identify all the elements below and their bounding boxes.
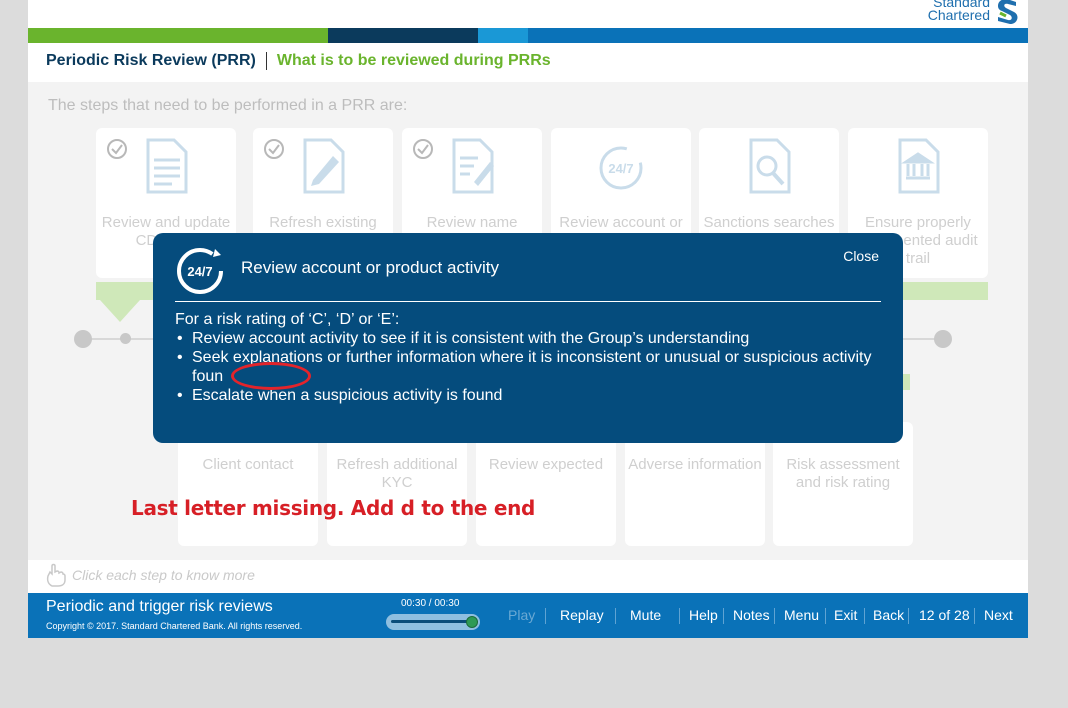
step-label: Refresh additional KYC [336,456,458,491]
button-divider [864,608,865,624]
play-button[interactable]: Play [508,607,535,623]
player-footer: Periodic and trigger risk reviews Copyri… [28,593,1028,638]
button-divider [545,608,546,624]
check-icon [107,139,127,159]
intro-text: The steps that need to be performed in a… [48,97,408,114]
timeline-end-dot [934,330,952,348]
timeline-start-dot [74,330,92,348]
back-button[interactable]: Back [873,607,904,623]
copyright: Copyright © 2017. Standard Chartered Ban… [46,621,303,631]
search-document-icon [749,138,791,194]
progress-handle[interactable] [466,616,478,628]
progress-fill [391,620,473,623]
progress-bar[interactable] [386,614,480,630]
button-divider [908,608,909,624]
step-label: Sanctions searches [703,214,835,231]
timeline-dot [120,333,131,344]
selected-step-pointer [100,300,140,322]
step-label: Client contact [202,456,294,473]
header: Periodic Risk Review (PRR) What is to be… [46,52,551,70]
popup-divider [175,301,881,302]
notes-button[interactable]: Notes [733,607,770,623]
help-button[interactable]: Help [689,607,718,623]
popup-title: Review account or product activity [241,258,499,277]
standard-chartered-logo-icon [998,0,1018,24]
button-divider [723,608,724,624]
step-label: Adverse information [628,456,762,473]
stripe-navy [328,28,478,43]
popup-bullet: Review account activity to see if it is … [175,329,875,348]
stripe-lightblue [478,28,528,43]
button-divider [825,608,826,624]
24-7-icon: 24/7 [177,248,223,294]
next-button[interactable]: Next [984,607,1013,623]
brand: Standard Chartered [928,0,1020,26]
annotation-circle [231,362,311,390]
stripe-green [28,28,328,43]
color-stripe [28,28,1028,43]
stripe-blue [528,28,1028,43]
hint: Click each step to know more [44,562,255,588]
edit-document-icon [303,138,345,194]
button-divider [679,608,680,624]
button-divider [774,608,775,624]
page-counter: 12 of 28 [919,607,970,623]
replay-button[interactable]: Replay [560,607,604,623]
check-icon [413,139,433,159]
timecode: 00:30 / 00:30 [401,598,460,609]
check-icon [264,139,284,159]
svg-text:24/7: 24/7 [187,264,212,279]
document-icon [146,138,188,194]
step-label: Review expected [488,456,604,473]
info-popup: 24/7 Review account or product activity … [153,233,903,443]
hint-text: Click each step to know more [72,567,255,583]
course-window: Standard Chartered Periodic Risk Review … [28,0,1028,638]
brand-name-line2: Chartered [927,7,990,23]
button-divider [974,608,975,624]
hand-pointer-icon [46,563,66,587]
step-label: Risk assessment and risk rating [786,456,900,491]
title-divider [265,52,267,70]
popup-intro: For a risk rating of ‘C’, ‘D’ or ‘E’: [175,311,400,328]
24-7-icon: 24/7 [599,146,643,190]
bank-document-icon [898,138,940,194]
menu-button[interactable]: Menu [784,607,819,623]
popup-body: For a risk rating of ‘C’, ‘D’ or ‘E’: Re… [175,310,875,405]
button-divider [615,608,616,624]
exit-button[interactable]: Exit [834,607,857,623]
mute-button[interactable]: Mute [630,607,661,623]
page-subtitle: What is to be reviewed during PRRs [276,52,551,69]
module-title: Periodic and trigger risk reviews [46,598,273,615]
edit-list-icon [452,138,494,194]
brand-name: Standard Chartered [928,0,990,22]
svg-text:24/7: 24/7 [608,161,633,176]
review-annotation: Last letter missing. Add d to the end [131,496,536,520]
page-title: Periodic Risk Review (PRR) [46,52,256,69]
close-button[interactable]: Close [843,248,879,264]
